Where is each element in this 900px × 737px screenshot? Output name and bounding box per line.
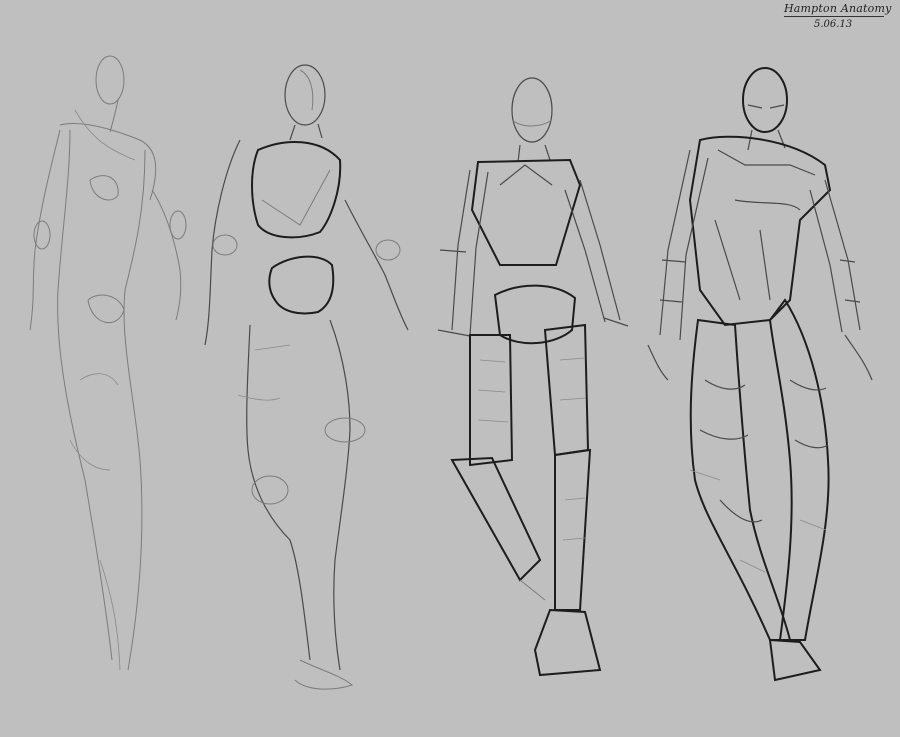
gesture-left-contour (57, 129, 113, 661)
gesture-right-arm (151, 189, 182, 321)
muscle-left-hand (647, 344, 669, 381)
gesture-neck (109, 99, 119, 133)
gesture-shoulders (59, 122, 157, 201)
boxes-ribcage (470, 158, 582, 266)
boxes-right-arm (564, 179, 621, 323)
rough-left-arm (204, 139, 241, 346)
gesture-pelvis (87, 294, 125, 324)
rough-pelvis (268, 255, 335, 315)
gesture-chest (89, 175, 119, 201)
rough-left-leg (246, 324, 311, 661)
boxes-head (511, 77, 553, 143)
gesture-right-contour (123, 149, 146, 671)
sketch-canvas: Hampton Anatomy 5.06.13 (0, 0, 900, 737)
boxes-right-shin (554, 448, 592, 611)
rough-right-arm (344, 199, 409, 331)
rough-right-leg (329, 319, 351, 671)
signature-date: 5.06.13 (814, 19, 853, 30)
figure-sketches (29, 55, 873, 690)
muscle-head (742, 67, 788, 133)
figure-mannequin-rough (204, 64, 409, 690)
artist-signature: Hampton Anatomy 5.06.13 (784, 2, 892, 30)
boxes-right-thigh (543, 323, 590, 457)
muscle-right-hand (844, 334, 873, 381)
figure-mannequin-boxes (437, 77, 629, 677)
signature-underline (784, 16, 884, 17)
muscle-left-leg (689, 318, 792, 641)
boxes-left-thigh (469, 334, 514, 467)
muscle-foot (768, 638, 822, 682)
signature-title: Hampton Anatomy (784, 2, 892, 15)
boxes-neck (517, 144, 551, 163)
muscle-left-arm (659, 149, 709, 341)
figure-gesture (29, 55, 187, 671)
figure-muscle-forms (647, 67, 873, 682)
muscle-right-leg (768, 298, 830, 641)
boxes-right-foot (533, 608, 602, 677)
gesture-head (95, 55, 125, 105)
rough-neck (289, 123, 323, 141)
boxes-left-arm (451, 169, 489, 336)
boxes-left-shin (450, 456, 542, 582)
